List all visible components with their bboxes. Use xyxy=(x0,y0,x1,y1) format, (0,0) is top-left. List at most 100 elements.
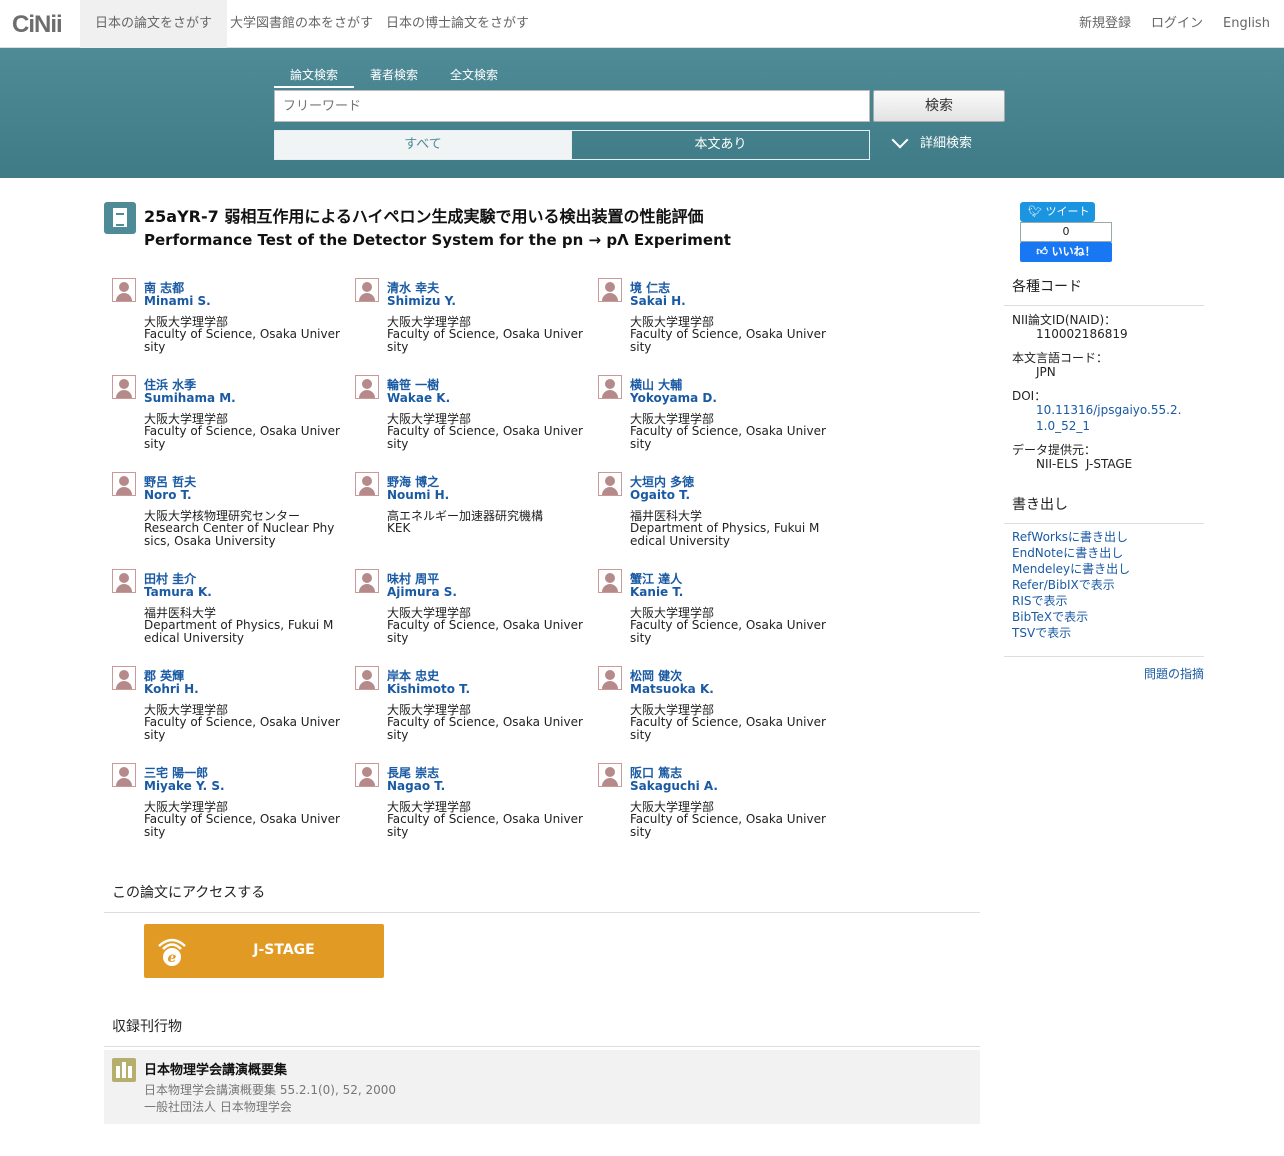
author-item: 味村 周平 Ajimura S. 大阪大学理学部 Faculty of Science… xyxy=(347,563,590,660)
avatar xyxy=(598,666,622,690)
author-name-en[interactable]: Shimizu Y. xyxy=(387,294,456,308)
author-item: 横山 大輔 Yokoyama D. 大阪大学理学部 Faculty of Scienc… xyxy=(590,369,833,466)
avatar xyxy=(598,763,622,787)
export-link[interactable]: BibTeXで表示 xyxy=(1012,608,1088,625)
avatar xyxy=(598,569,622,593)
author-affiliation-en: Faculty of Science, Osaka University xyxy=(387,618,583,645)
author-affiliation-en: Department of Physics, Fukui Medical Uni… xyxy=(144,618,334,645)
search-input[interactable] xyxy=(274,90,870,122)
search-tab-fulltext[interactable]: 全文検索 xyxy=(450,66,498,86)
twitter-bird-icon: 🐦︎ xyxy=(1028,205,1046,218)
access-heading: この論文にアクセスする xyxy=(104,882,980,913)
author-name-en[interactable]: Ajimura S. xyxy=(387,585,457,599)
tweet-button[interactable]: 🐦︎ ツイート xyxy=(1020,202,1095,222)
author-affiliation-en: Faculty of Science, Osaka University xyxy=(630,327,826,354)
export-link[interactable]: EndNoteに書き出し xyxy=(1012,544,1123,561)
author-name-en[interactable]: Kohri H. xyxy=(144,682,199,696)
author-name-en[interactable]: Nagao T. xyxy=(387,779,445,793)
author-item: 輪笹 一樹 Wakae K. 大阪大学理学部 Faculty of Science, … xyxy=(347,369,590,466)
article-title-ja: 25aYR-7 弱相互作用によるハイペロン生成実験で用いる検出装置の性能評価 xyxy=(144,207,704,226)
author-affiliation-en: Faculty of Science, Osaka University xyxy=(387,812,583,839)
author-affiliation-en: Faculty of Science, Osaka University xyxy=(387,424,583,451)
journal-heading: 収録刊行物 xyxy=(104,1016,980,1047)
export-link[interactable]: RISで表示 xyxy=(1012,592,1068,609)
avatar xyxy=(112,375,136,399)
export-link[interactable]: Mendeleyに書き出し xyxy=(1012,560,1130,577)
author-affiliation-en: Faculty of Science, Osaka University xyxy=(144,424,340,451)
like-button[interactable]: 👍︎ いいね！ xyxy=(1020,242,1112,262)
advanced-search-toggle[interactable]: 詳細検索 xyxy=(888,131,973,154)
avatar xyxy=(598,278,622,302)
provider-value: NII-ELS J-STAGE xyxy=(1036,457,1133,471)
author-item: 田村 圭介 Tamura K. 福井医科大学 Department of Physic… xyxy=(104,563,347,660)
author-name-en[interactable]: Sumihama M. xyxy=(144,391,236,405)
search-tab-authors[interactable]: 著者検索 xyxy=(370,66,418,86)
codes-heading: 各種コード xyxy=(1004,276,1204,306)
author-name-en[interactable]: Noumi H. xyxy=(387,488,449,502)
sidebar-divider xyxy=(1004,656,1204,657)
avatar xyxy=(112,666,136,690)
advanced-search-label: 詳細検索 xyxy=(920,136,973,151)
naid-value: 110002186819 xyxy=(1036,327,1128,341)
journal-title[interactable]: 日本物理学会講演概要集 xyxy=(144,1059,287,1078)
author-item: 野海 博之 Noumi H. 高エネルギー加速器研究機構 KEK xyxy=(347,466,590,563)
export-link[interactable]: RefWorksに書き出し xyxy=(1012,528,1128,545)
author-name-en[interactable]: Tamura K. xyxy=(144,585,212,599)
author-name-en[interactable]: Kanie T. xyxy=(630,585,683,599)
export-link[interactable]: TSVで表示 xyxy=(1012,624,1071,641)
journal-icon xyxy=(112,1058,136,1082)
author-affiliation-en: Research Center of Nuclear Physics, Osak… xyxy=(144,521,335,548)
author-name-en[interactable]: Miyake Y. S. xyxy=(144,779,225,793)
search-tab-articles[interactable]: 論文検索 xyxy=(274,66,354,88)
article-title-en: Performance Test of the Detector System … xyxy=(144,231,731,249)
login-link[interactable]: ログイン xyxy=(1151,0,1203,48)
author-item: 清水 幸夫 Shimizu Y. 大阪大学理学部 Faculty of Science… xyxy=(347,272,590,369)
author-affiliation-en: Faculty of Science, Osaka University xyxy=(387,327,583,354)
author-name-en[interactable]: Sakai H. xyxy=(630,294,686,308)
author-name-en[interactable]: Yokoyama D. xyxy=(630,391,717,405)
nav-tab-dissertations[interactable]: 日本の博士論文をさがす xyxy=(371,0,544,48)
jstage-button[interactable]: e J-STAGE xyxy=(144,924,384,978)
register-link[interactable]: 新規登録 xyxy=(1079,0,1131,48)
report-problem-link[interactable]: 問題の指摘 xyxy=(1144,665,1204,682)
search-button[interactable]: 検索 xyxy=(873,90,1005,122)
author-item: 境 仁志 Sakai H. 大阪大学理学部 Faculty of Science, O… xyxy=(590,272,833,369)
journal-citation: 日本物理学会講演概要集 55.2.1(0), 52, 2000 xyxy=(144,1083,397,1097)
author-item: 阪口 篤志 Sakaguchi A. 大阪大学理学部 Faculty of Scien… xyxy=(590,757,833,854)
jstage-label: J-STAGE xyxy=(253,942,315,958)
author-name-en[interactable]: Matsuoka K. xyxy=(630,682,714,696)
avatar xyxy=(355,472,379,496)
export-link[interactable]: Refer/BibIXで表示 xyxy=(1012,576,1115,593)
avatar xyxy=(112,763,136,787)
avatar xyxy=(355,763,379,787)
thumbs-up-icon: 👍︎ xyxy=(1036,245,1052,258)
author-item: 南 志都 Minami S. 大阪大学理学部 Faculty of Science, … xyxy=(104,272,347,369)
author-item: 郡 英輝 Kohri H. 大阪大学理学部 Faculty of Science, O… xyxy=(104,660,347,757)
nav-tab-books[interactable]: 大学図書館の本をさがす xyxy=(215,0,388,48)
filter-fulltext[interactable]: 本文あり xyxy=(571,130,870,160)
author-affiliation-en: Faculty of Science, Osaka University xyxy=(630,812,826,839)
nav-tab-articles[interactable]: 日本の論文をさがす xyxy=(80,0,228,48)
author-name-en[interactable]: Minami S. xyxy=(144,294,211,308)
author-name-en[interactable]: Sakaguchi A. xyxy=(630,779,718,793)
author-name-en[interactable]: Noro T. xyxy=(144,488,192,502)
cinii-logo[interactable]: CiNii xyxy=(12,11,63,39)
author-item: 蟹江 達人 Kanie T. 大阪大学理学部 Faculty of Science, … xyxy=(590,563,833,660)
author-name-en[interactable]: Kishimoto T. xyxy=(387,682,470,696)
english-link[interactable]: English xyxy=(1223,0,1270,48)
journal-publisher: 一般社団法人 日本物理学会 xyxy=(144,1100,292,1114)
author-item: 松岡 健次 Matsuoka K. 大阪大学理学部 Faculty of Scienc… xyxy=(590,660,833,757)
like-count: 0 xyxy=(1020,222,1112,242)
author-item: 住浜 水季 Sumihama M. 大阪大学理学部 Faculty of Scienc… xyxy=(104,369,347,466)
author-affiliation-en: Faculty of Science, Osaka University xyxy=(144,327,340,354)
author-name-en[interactable]: Ogaito T. xyxy=(630,488,690,502)
avatar xyxy=(355,375,379,399)
export-heading: 書き出し xyxy=(1004,494,1204,524)
avatar xyxy=(598,472,622,496)
author-name-en[interactable]: Wakae K. xyxy=(387,391,450,405)
top-navigation: CiNii 日本の論文をさがす 大学図書館の本をさがす 日本の博士論文をさがす … xyxy=(0,0,1284,48)
avatar xyxy=(598,375,622,399)
doi-link[interactable]: 10.11316/jpsgaiyo.55.2.1.0_52_1 xyxy=(1036,402,1188,434)
document-icon xyxy=(104,202,136,234)
filter-all[interactable]: すべて xyxy=(274,130,572,160)
